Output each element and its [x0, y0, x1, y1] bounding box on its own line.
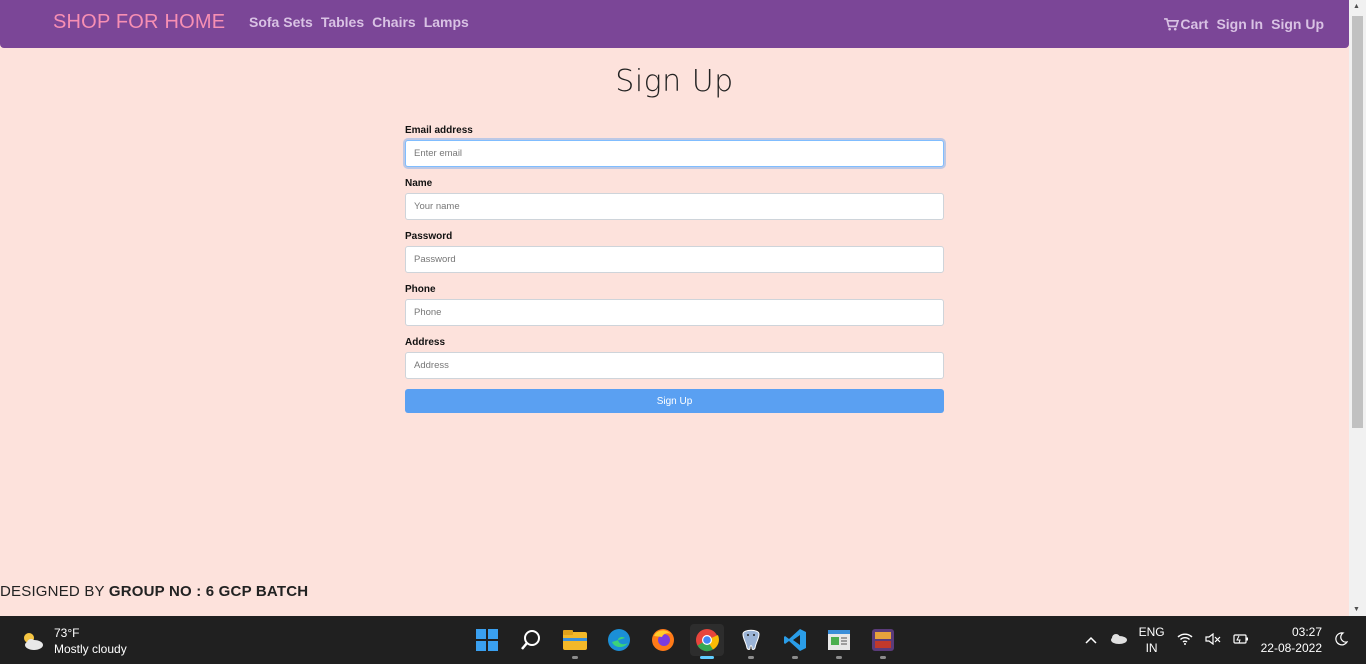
- nav-chairs[interactable]: Chairs: [372, 14, 416, 30]
- system-tray: ENG IN 03:27 22-08-2022: [1085, 624, 1349, 656]
- password-label: Password: [405, 231, 453, 242]
- cart-label: Cart: [1180, 16, 1209, 32]
- phone-input[interactable]: [405, 299, 944, 326]
- cloud-sun-icon: [24, 633, 43, 650]
- signup-form: Email address Name Password Phone Addres…: [405, 124, 944, 413]
- scrollbar[interactable]: ▲ ▼: [1349, 0, 1366, 616]
- clock-date: 22-08-2022: [1260, 641, 1322, 655]
- search-icon[interactable]: [514, 624, 548, 656]
- taskbar-apps: [470, 624, 900, 659]
- phone-field-group: Phone: [405, 283, 944, 326]
- region-code: IN: [1145, 641, 1158, 655]
- weather-condition: Mostly cloudy: [54, 642, 127, 656]
- cart-link[interactable]: Cart: [1164, 16, 1208, 32]
- onedrive-cloud-icon[interactable]: [1109, 633, 1127, 647]
- name-input[interactable]: [405, 193, 944, 220]
- email-label: Email address: [405, 125, 473, 136]
- sign-up-button[interactable]: Sign Up: [405, 389, 944, 413]
- sign-up-link[interactable]: Sign Up: [1271, 16, 1324, 32]
- weather-temp: 73°F: [54, 626, 80, 640]
- volume-muted-icon[interactable]: [1205, 632, 1221, 648]
- postgresql-icon[interactable]: [734, 624, 768, 659]
- password-field-group: Password: [405, 230, 944, 273]
- chrome-icon[interactable]: [690, 624, 724, 659]
- footer-credit: DESIGNED BY GROUP NO : 6 GCP BATCH: [0, 583, 308, 600]
- vscode-icon[interactable]: [778, 624, 812, 659]
- address-label: Address: [405, 337, 446, 348]
- nav-right: Cart Sign In Sign Up: [1164, 16, 1324, 32]
- phone-label: Phone: [405, 284, 436, 295]
- nav-tables[interactable]: Tables: [321, 14, 364, 30]
- scroll-thumb[interactable]: [1352, 16, 1363, 428]
- password-input[interactable]: [405, 246, 944, 273]
- address-field-group: Address: [405, 336, 944, 379]
- scroll-up-arrow-icon[interactable]: ▲: [1353, 3, 1360, 10]
- nav-lamps[interactable]: Lamps: [424, 14, 469, 30]
- lang-code: ENG: [1138, 625, 1165, 639]
- email-input[interactable]: [405, 140, 944, 167]
- clock[interactable]: 03:27 22-08-2022: [1261, 624, 1322, 656]
- name-label: Name: [405, 178, 433, 189]
- nav-sofa-sets[interactable]: Sofa Sets: [249, 14, 313, 30]
- cart-icon: [1164, 17, 1180, 30]
- file-explorer-icon[interactable]: [558, 624, 592, 659]
- email-field-group: Email address: [405, 124, 944, 167]
- page-title: Sign Up: [615, 64, 734, 99]
- address-input[interactable]: [405, 352, 944, 379]
- nav-links: Sofa Sets Tables Chairs Lamps: [249, 14, 469, 30]
- taskbar: 73°F Mostly cloudy ENG IN 03:27 22-08-20…: [0, 616, 1366, 664]
- language-indicator[interactable]: ENG IN: [1139, 624, 1165, 656]
- firefox-icon[interactable]: [646, 624, 680, 656]
- footer-prefix: DESIGNED BY: [0, 583, 105, 600]
- chevron-up-icon[interactable]: [1085, 633, 1097, 647]
- name-field-group: Name: [405, 177, 944, 220]
- sign-in-link[interactable]: Sign In: [1216, 16, 1263, 32]
- weather-widget[interactable]: 73°F Mostly cloudy: [20, 625, 127, 657]
- battery-icon[interactable]: [1233, 633, 1249, 648]
- notepad-icon[interactable]: [822, 624, 856, 659]
- navbar: SHOP FOR HOME Sofa Sets Tables Chairs La…: [0, 0, 1349, 48]
- moon-icon[interactable]: [1334, 631, 1349, 649]
- wifi-icon[interactable]: [1177, 632, 1193, 648]
- footer-group: GROUP NO : 6 GCP BATCH: [108, 583, 309, 600]
- app-icon[interactable]: [866, 624, 900, 659]
- weather-text: 73°F Mostly cloudy: [54, 625, 127, 657]
- clock-time: 03:27: [1291, 625, 1322, 639]
- scroll-down-arrow-icon[interactable]: ▼: [1353, 606, 1360, 613]
- brand-logo[interactable]: SHOP FOR HOME: [53, 11, 225, 34]
- edge-icon[interactable]: [602, 624, 636, 656]
- start-icon[interactable]: [470, 624, 504, 656]
